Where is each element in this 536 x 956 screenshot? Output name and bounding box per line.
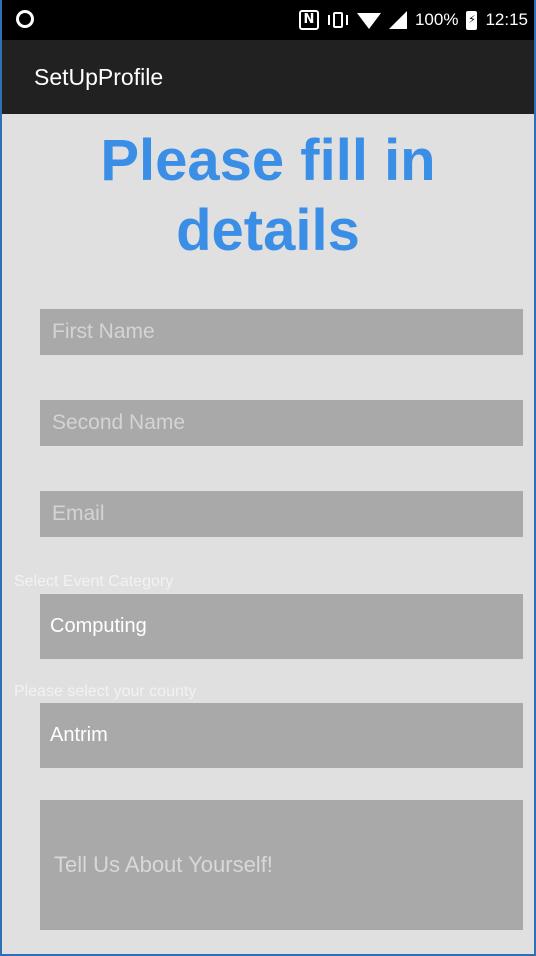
wifi-icon [356,13,381,29]
event-category-selected: Computing [50,615,147,637]
heading-line-1: Please fill in [100,128,436,193]
email-input[interactable] [40,491,523,537]
county-spinner[interactable]: Antrim [40,703,523,768]
battery-percent: 100% [414,10,459,29]
first-name-input[interactable] [40,309,523,355]
status-bar: N 100% 12:15 [2,0,534,40]
app-toolbar: SetUpProfile [2,40,534,114]
event-category-label: Select Event Category [14,573,174,590]
notification-dot-icon [16,10,36,30]
vibrate-icon [327,10,349,30]
county-label: Please select your county [14,683,197,700]
about-yourself-textarea[interactable]: Tell Us About Yourself! [40,800,523,930]
event-category-spinner[interactable]: Computing [40,594,523,659]
battery-icon [466,10,478,30]
nfc-icon: N [298,10,319,30]
clock: 12:15 [485,10,528,29]
page-heading: Please fill in details [2,126,534,266]
county-selected: Antrim [50,724,108,746]
about-yourself-placeholder: Tell Us About Yourself! [54,852,273,877]
second-name-input[interactable] [40,400,523,446]
phone-screen: N 100% 12:15 SetUpProfile Please fill in… [0,0,536,956]
toolbar-title: SetUpProfile [34,64,164,90]
heading-line-2: details [176,198,360,263]
cell-signal-icon [388,11,407,29]
